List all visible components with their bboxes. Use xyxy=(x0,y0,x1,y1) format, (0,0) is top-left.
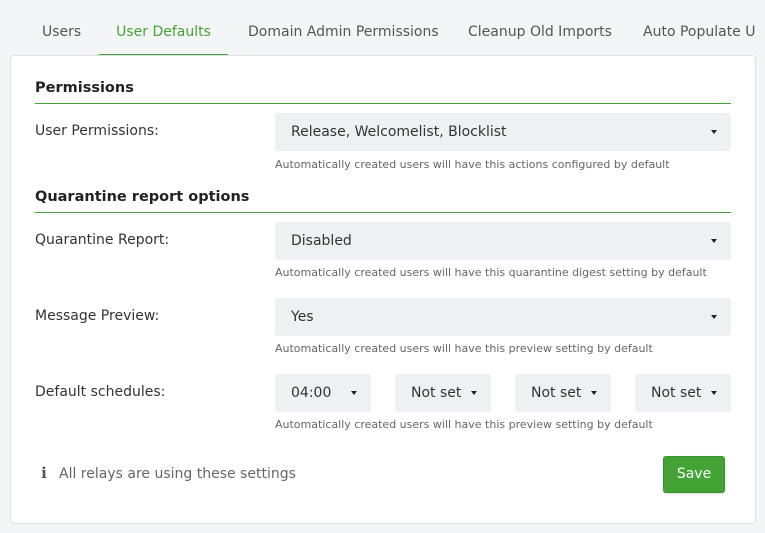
message-preview-select[interactable]: Yes xyxy=(275,298,731,336)
caret-down-icon xyxy=(591,391,597,395)
message-preview-label: Message Preview: xyxy=(35,308,160,324)
quarantine-report-label: Quarantine Report: xyxy=(35,232,170,248)
quarantine-report-help: Automatically created users will have th… xyxy=(275,266,707,279)
tab-bar: Users User Defaults Domain Admin Permiss… xyxy=(0,0,765,56)
schedule-select-1[interactable]: 04:00 xyxy=(275,374,371,412)
tab-cleanup-old-imports[interactable]: Cleanup Old Imports xyxy=(468,0,612,56)
schedule-value-4: Not set xyxy=(651,385,702,401)
message-preview-value: Yes xyxy=(291,309,314,325)
default-schedules-help: Automatically created users will have th… xyxy=(275,418,653,431)
relay-info-text: All relays are using these settings xyxy=(59,466,296,482)
schedule-value-3: Not set xyxy=(531,385,582,401)
tab-domain-admin-permissions[interactable]: Domain Admin Permissions xyxy=(248,0,439,56)
section-title-permissions: Permissions xyxy=(35,80,731,104)
quarantine-report-select[interactable]: Disabled xyxy=(275,222,731,260)
message-preview-help: Automatically created users will have th… xyxy=(275,342,653,355)
tab-auto-populate[interactable]: Auto Populate U xyxy=(643,0,756,56)
user-permissions-value: Release, Welcomelist, Blocklist xyxy=(291,124,507,140)
caret-down-icon xyxy=(711,391,717,395)
schedule-select-2[interactable]: Not set xyxy=(395,374,491,412)
info-icon: i xyxy=(41,464,47,482)
save-button[interactable]: Save xyxy=(663,456,725,493)
schedule-value-1: 04:00 xyxy=(291,385,332,401)
user-permissions-select[interactable]: Release, Welcomelist, Blocklist xyxy=(275,113,731,151)
relay-info: i All relays are using these settings xyxy=(39,464,296,482)
schedule-value-2: Not set xyxy=(411,385,462,401)
caret-down-icon xyxy=(471,391,477,395)
tab-user-defaults[interactable]: User Defaults xyxy=(99,0,228,56)
caret-down-icon xyxy=(711,315,717,319)
section-title-quarantine: Quarantine report options xyxy=(35,189,731,213)
settings-card: Permissions User Permissions: Release, W… xyxy=(10,55,756,524)
schedule-select-3[interactable]: Not set xyxy=(515,374,611,412)
caret-down-icon xyxy=(711,239,717,243)
tab-users[interactable]: Users xyxy=(42,0,81,56)
default-schedules-label: Default schedules: xyxy=(35,384,166,400)
user-permissions-label: User Permissions: xyxy=(35,123,159,139)
quarantine-report-value: Disabled xyxy=(291,233,352,249)
user-permissions-help: Automatically created users will have th… xyxy=(275,158,670,171)
caret-down-icon xyxy=(711,130,717,134)
schedule-select-4[interactable]: Not set xyxy=(635,374,731,412)
caret-down-icon xyxy=(351,391,357,395)
